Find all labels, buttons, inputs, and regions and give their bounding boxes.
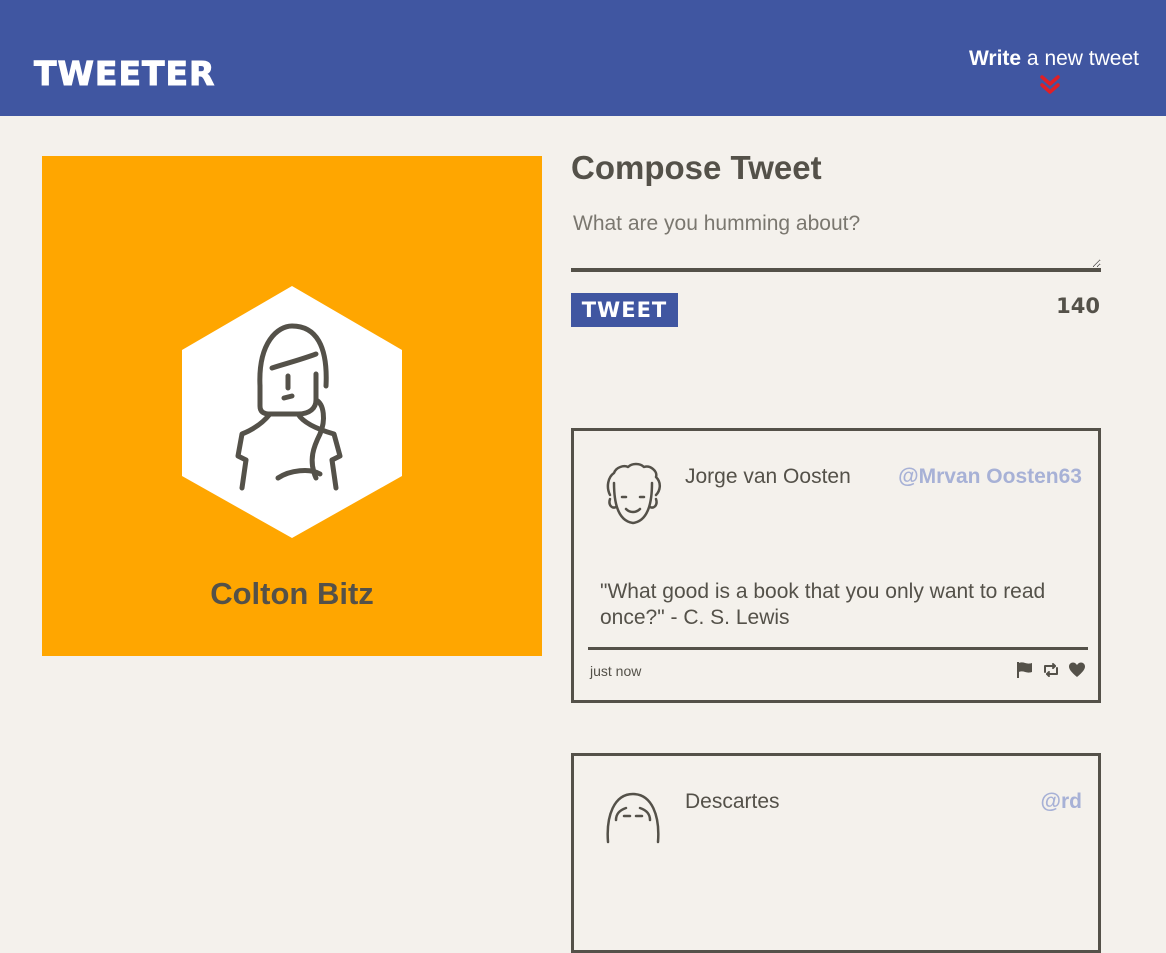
write-rest-label: a new tweet	[1021, 47, 1139, 70]
profile-avatar	[182, 286, 402, 538]
character-counter: 140	[1056, 294, 1100, 318]
flag-icon[interactable]	[1016, 661, 1034, 679]
write-new-tweet-link[interactable]: Write a new tweet	[969, 46, 1139, 72]
tweet-timestamp: just now	[590, 663, 642, 679]
retweet-icon[interactable]	[1042, 661, 1060, 679]
author-avatar	[606, 792, 660, 844]
author-avatar	[606, 462, 661, 525]
top-nav: TWEETER Write a new tweet	[0, 0, 1166, 116]
brand-logo[interactable]: TWEETER	[33, 54, 215, 94]
tweet-button[interactable]: TWEET	[571, 293, 678, 327]
tweet-author: Descartes	[685, 790, 780, 813]
profile-card: Colton Bitz	[42, 156, 542, 656]
double-chevron-down-icon[interactable]	[1039, 74, 1061, 96]
compose-title: Compose Tweet	[571, 149, 822, 186]
tweet-handle[interactable]: @Mrvan Oosten63	[898, 465, 1082, 489]
tweet-actions	[1016, 661, 1086, 679]
profile-name: Colton Bitz	[210, 576, 374, 611]
tweet-card: Descartes @rd	[571, 753, 1101, 953]
write-label: Write	[968, 47, 1022, 70]
tweet-text-input[interactable]	[571, 212, 1101, 272]
tweet-handle[interactable]: @rd	[1041, 790, 1082, 814]
tweet-content: "What good is a book that you only want …	[600, 580, 1046, 629]
heart-icon[interactable]	[1068, 661, 1086, 679]
tweet-author: Jorge van Oosten	[685, 465, 851, 488]
tweet-card: Jorge van Oosten @Mrvan Oosten63 "What g…	[571, 428, 1101, 703]
tweet-divider	[588, 647, 1088, 650]
